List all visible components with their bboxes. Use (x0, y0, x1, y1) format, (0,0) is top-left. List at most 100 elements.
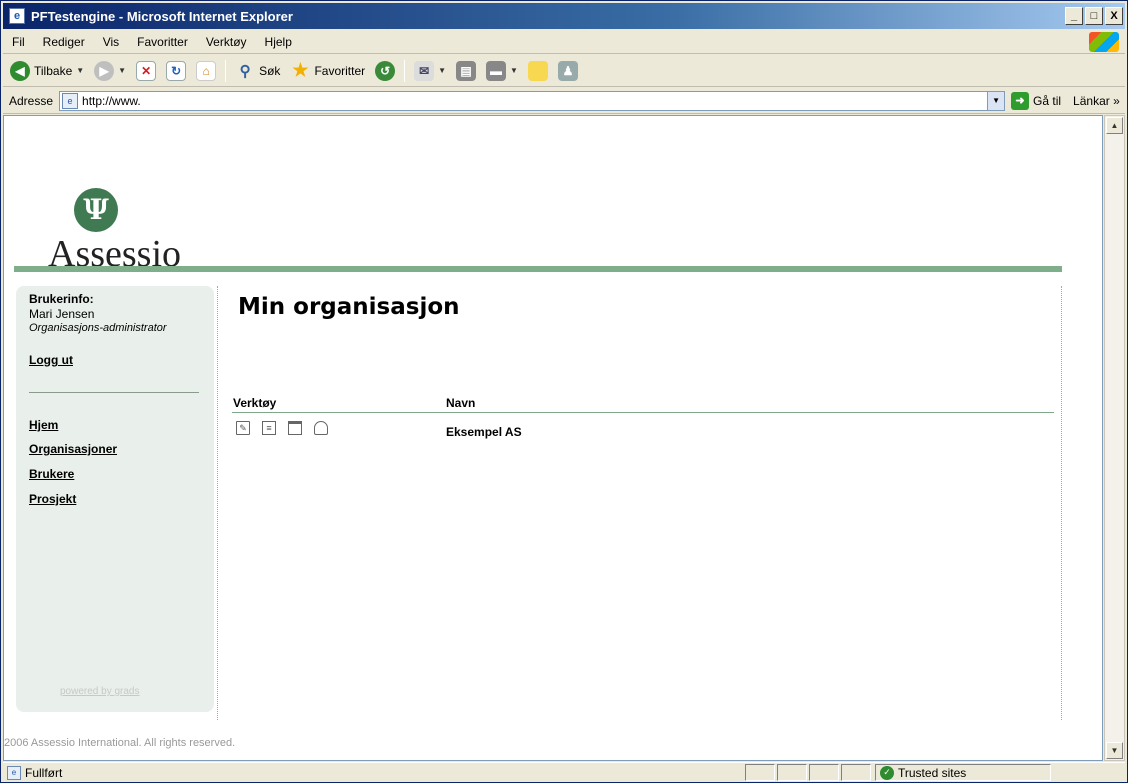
favorites-star-icon: ★ (292, 60, 309, 80)
edit-icon[interactable]: ✎ (236, 421, 250, 435)
zone-label: Trusted sites (898, 765, 967, 780)
minimize-button[interactable]: _ (1065, 7, 1083, 25)
user-icon[interactable] (314, 421, 328, 435)
status-pane (777, 764, 807, 781)
messenger-icon: ♟ (557, 60, 578, 81)
edit-button[interactable]: ▬ ▼ (483, 58, 521, 84)
content-right-border (1061, 286, 1062, 720)
search-icon: ⚲ (239, 62, 251, 80)
print-button[interactable]: ▤ (453, 58, 479, 84)
sidebar: Brukerinfo: Mari Jensen Organisasjons-ad… (16, 286, 214, 712)
page-title: Min organisasjon (238, 294, 460, 320)
chevron-down-icon: ▼ (118, 66, 127, 75)
history-button[interactable]: ↺ (372, 58, 398, 84)
column-header-tools: Verktøy (233, 396, 277, 410)
user-name: Mari Jensen (29, 307, 95, 321)
back-label: Tilbake (34, 63, 73, 78)
powered-by-link[interactable]: powered by grads (60, 686, 140, 697)
windows-flag-icon (1089, 32, 1119, 52)
address-label: Adresse (9, 93, 54, 108)
title-bar: e PFTestengine - Microsoft Internet Expl… (3, 3, 1125, 29)
go-arrow-icon: ➜ (1011, 91, 1030, 110)
userinfo-title: Brukerinfo: (29, 292, 94, 306)
refresh-button[interactable]: ↻ (163, 58, 189, 84)
folder-icon[interactable] (288, 421, 302, 435)
scroll-up-button[interactable]: ▲ (1106, 117, 1123, 134)
logout-link[interactable]: Logg ut (29, 353, 73, 367)
standard-toolbar: ◀ Tilbake ▼ ▶ ▼ ✕ ↻ ⌂ ⚲ Søk ★ Favoritter… (3, 55, 1125, 87)
address-dropdown-button[interactable]: ▼ (987, 91, 1005, 110)
back-button[interactable]: ◀ Tilbake ▼ (7, 58, 87, 84)
status-pane (841, 764, 871, 781)
scroll-down-button[interactable]: ▼ (1106, 742, 1123, 759)
address-input[interactable]: e http://www. ▼ (59, 90, 1006, 111)
close-button[interactable]: X (1105, 7, 1123, 25)
nav-hjem[interactable]: Hjem (29, 418, 58, 432)
page-content: Ψ Assessio Brukerinfo: Mari Jensen Organ… (3, 115, 1103, 761)
menu-bar: Fil Rediger Vis Favoritter Verktøy Hjelp (3, 30, 1125, 54)
favorites-label: Favoritter (314, 63, 366, 78)
links-more: » (1113, 93, 1120, 108)
status-pane (809, 764, 839, 781)
refresh-icon: ↻ (166, 60, 187, 81)
menu-view[interactable]: Vis (94, 35, 128, 49)
address-bar: Adresse e http://www. ▼ ➜ Gå til Länkar … (3, 88, 1125, 114)
status-bar: e Fullført ✓ Trusted sites (3, 762, 1125, 782)
vertical-scrollbar[interactable]: ▲ ▼ (1104, 115, 1125, 761)
chevron-down-icon: ▼ (438, 66, 447, 75)
mail-icon: ✉ (414, 60, 435, 81)
messenger-button[interactable]: ♟ (555, 58, 581, 84)
print-icon: ▤ (456, 60, 477, 81)
toolbar-separator (404, 59, 406, 82)
edit-icon: ▬ (486, 60, 507, 81)
search-button[interactable]: ⚲ Søk (232, 58, 283, 84)
menu-file[interactable]: Fil (3, 35, 34, 49)
menu-help[interactable]: Hjelp (256, 35, 301, 49)
nav-prosjekt[interactable]: Prosjekt (29, 492, 76, 506)
ie-page-icon: e (62, 92, 79, 109)
history-icon: ↺ (375, 60, 396, 81)
go-label: Gå til (1033, 93, 1062, 108)
ie-page-icon: e (9, 8, 25, 24)
page-footer: 2006 Assessio International. All rights … (4, 737, 236, 749)
maximize-button[interactable]: □ (1085, 7, 1103, 25)
stop-button[interactable]: ✕ (133, 58, 159, 84)
header-divider (14, 266, 1062, 272)
go-button[interactable]: ➜ Gå til (1011, 91, 1062, 110)
forward-button[interactable]: ▶ ▼ (91, 58, 129, 84)
toolbar-separator (225, 59, 227, 82)
mail-button[interactable]: ✉ ▼ (411, 58, 449, 84)
details-icon[interactable]: ≡ (262, 421, 276, 435)
table-row-name: Eksempel AS (446, 425, 522, 439)
discuss-button[interactable] (525, 58, 551, 84)
row-tools: ✎ ≡ (236, 421, 328, 435)
menu-edit[interactable]: Rediger (34, 35, 94, 49)
back-icon: ◀ (10, 60, 30, 81)
home-button[interactable]: ⌂ (193, 58, 219, 84)
assessio-logo: Ψ Assessio (48, 164, 198, 275)
home-icon: ⌂ (196, 60, 217, 81)
browser-window: e PFTestengine - Microsoft Internet Expl… (0, 0, 1128, 783)
sidebar-divider (29, 392, 199, 393)
links-button[interactable]: Länkar » (1073, 94, 1120, 108)
status-text-pane: e Fullført (3, 765, 743, 780)
table-header-rule (232, 412, 1054, 413)
window-title: PFTestengine - Microsoft Internet Explor… (31, 8, 293, 24)
nav-organisasjoner[interactable]: Organisasjoner (29, 442, 117, 456)
links-label: Länkar (1073, 93, 1110, 108)
column-header-name: Navn (446, 396, 476, 410)
checkmark-icon: ✓ (880, 765, 894, 780)
ie-page-icon: e (7, 765, 21, 780)
stop-icon: ✕ (136, 60, 157, 81)
menu-favorites[interactable]: Favoritter (128, 35, 197, 49)
chevron-down-icon: ▼ (76, 66, 85, 75)
window-controls: _ □ X (1065, 7, 1123, 25)
status-text: Fullført (25, 765, 63, 780)
nav-brukere[interactable]: Brukere (29, 467, 74, 481)
favorites-button[interactable]: ★ Favoritter (287, 58, 368, 84)
status-pane (745, 764, 775, 781)
forward-icon: ▶ (94, 60, 115, 81)
security-zone[interactable]: ✓ Trusted sites (875, 764, 1051, 781)
menu-tools[interactable]: Verktøy (197, 35, 256, 49)
user-role: Organisasjons-administrator (29, 322, 167, 334)
